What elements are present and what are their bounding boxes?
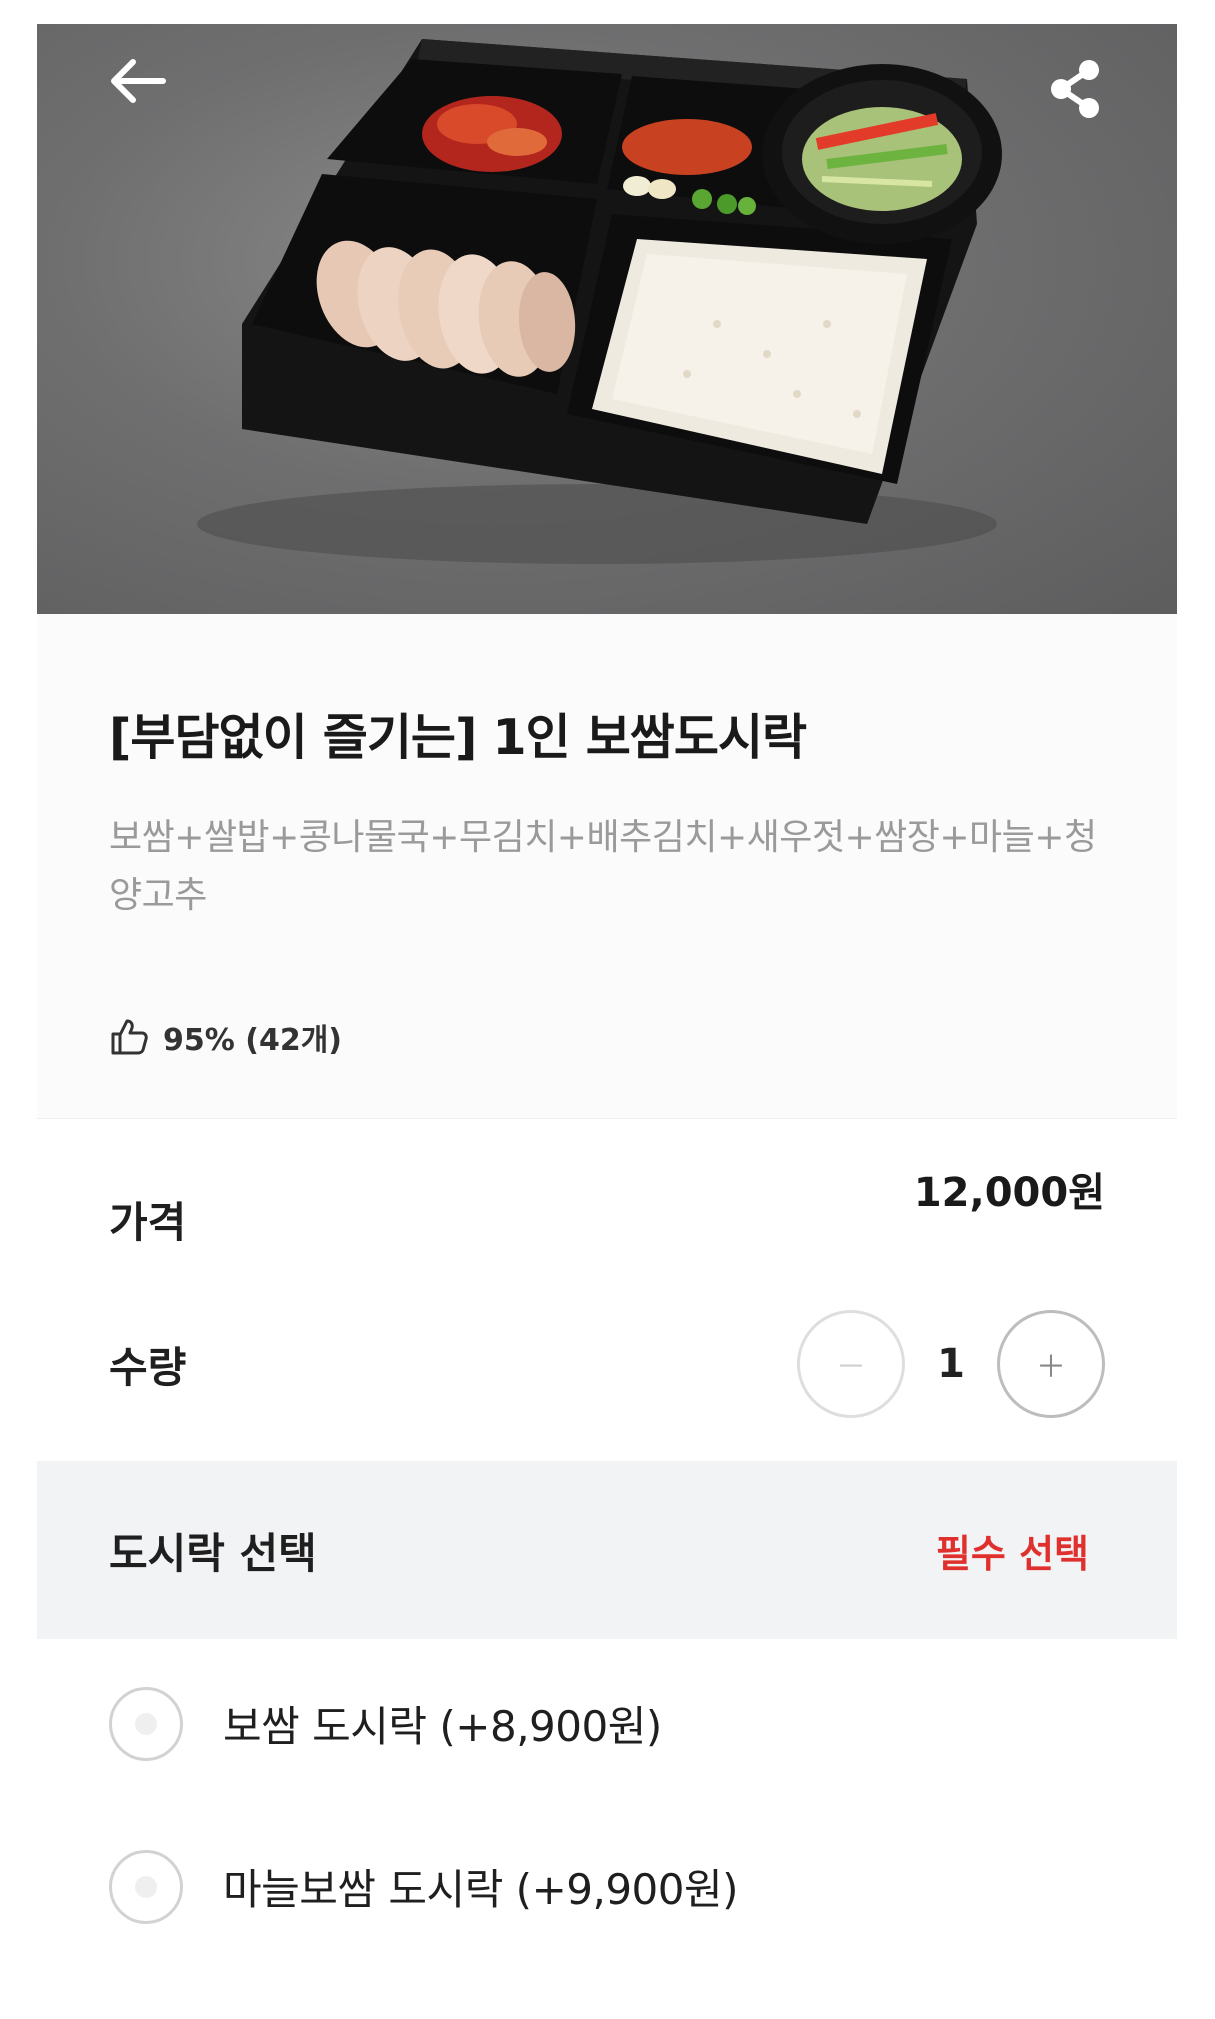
arrow-left-icon (111, 59, 166, 103)
radio-dot (135, 1712, 157, 1735)
option-item-bossam[interactable]: 보쌈 도시락 (+8,900원) (37, 1642, 1177, 1805)
quantity-row: 수량 － 1 ＋ (37, 1279, 1177, 1449)
quantity-value: 1 (937, 1341, 965, 1387)
option-group-title: 도시락 선택 (109, 1528, 317, 1578)
share-button[interactable] (1047, 58, 1119, 130)
quantity-decrease-button[interactable]: － (797, 1310, 905, 1418)
option-list: 보쌈 도시락 (+8,900원) 마늘보쌈 도시락 (+9,900원) (37, 1642, 1177, 1968)
rating-text: 95% (42개) (163, 1023, 343, 1058)
product-title: [부담없이 즐기는] 1인 보쌈도시락 (109, 709, 807, 766)
radio-button[interactable] (109, 1849, 183, 1924)
option-item-garlic-bossam[interactable]: 마늘보쌈 도시락 (+9,900원) (37, 1805, 1177, 1968)
radio-dot (135, 1875, 157, 1898)
price-label: 가격 (109, 1197, 187, 1247)
product-detail-screen: [부담없이 즐기는] 1인 보쌈도시락 보쌈+쌀밥+콩나물국+무김치+배추김치+… (37, 24, 1177, 2019)
quantity-stepper: － 1 ＋ (797, 1310, 1105, 1418)
product-info: [부담없이 즐기는] 1인 보쌈도시락 보쌈+쌀밥+콩나물국+무김치+배추김치+… (37, 614, 1177, 1119)
required-badge: 필수 선택 (935, 1531, 1089, 1576)
thumbs-up-icon (111, 1019, 148, 1055)
option-label: 마늘보쌈 도시락 (+9,900원) (223, 1865, 739, 1914)
price-row: 가격 12,000원 (37, 1119, 1177, 1279)
option-label: 보쌈 도시락 (+8,900원) (223, 1702, 662, 1751)
back-button[interactable] (109, 58, 181, 130)
price-value: 12,000원 (913, 1170, 1105, 1216)
product-image (37, 24, 1177, 614)
lunchbox-illustration (197, 39, 1002, 564)
radio-button[interactable] (109, 1686, 183, 1761)
option-group-header: 도시락 선택 필수 선택 (37, 1461, 1177, 1639)
product-description: 보쌈+쌀밥+콩나물국+무김치+배추김치+새우젓+쌈장+마늘+청양고추 (109, 817, 1097, 916)
quantity-label: 수량 (109, 1342, 187, 1392)
quantity-increase-button[interactable]: ＋ (997, 1310, 1105, 1418)
share-icon (1051, 60, 1099, 118)
rating: 95% (42개) (109, 1015, 1105, 1059)
